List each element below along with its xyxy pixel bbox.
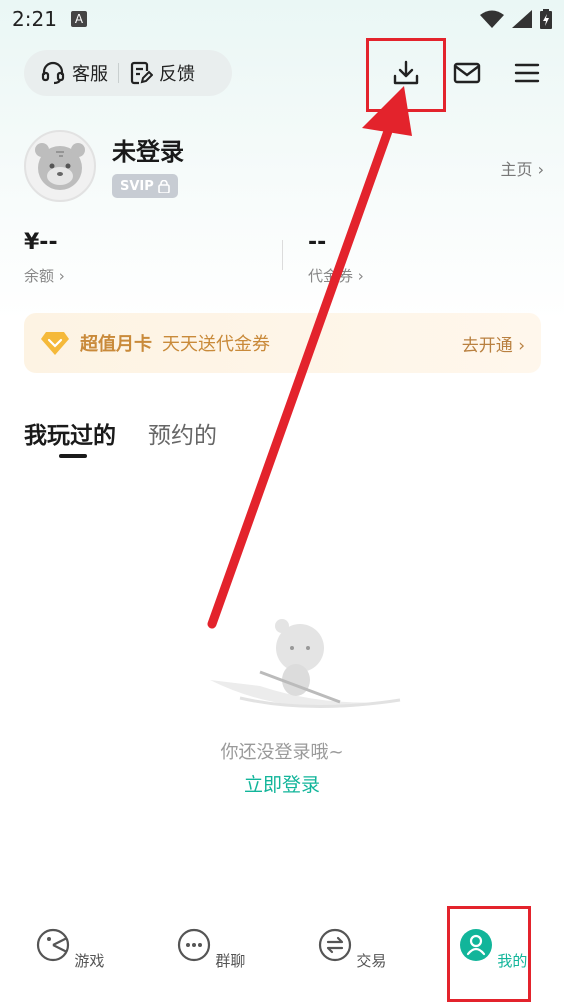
home-page-label: 主页 [500,160,533,179]
voucher-stat[interactable]: -- 代金券 › [308,230,364,286]
nav-group-chat-label: 群聊 [215,952,246,970]
balance-stat[interactable]: ¥-- 余额 › [24,230,65,286]
lock-icon [157,179,170,193]
nav-trade-label: 交易 [356,952,387,970]
chevron-right-icon: › [353,267,364,285]
nav-games-label: 游戏 [74,952,105,970]
menu-icon[interactable] [512,58,542,88]
nav-games[interactable]: 游戏 [30,928,110,971]
pacman-icon [36,928,69,962]
activate-link[interactable]: 去开通 › [462,331,525,356]
notification-a-icon: A [70,11,87,27]
battery-icon [540,9,552,29]
signal-icon [512,10,532,28]
voucher-value: -- [308,230,327,255]
svip-badge-label: SVIP [120,178,154,194]
active-tab-indicator [59,454,87,458]
chat-dots-icon [177,928,210,962]
pill-divider [118,63,119,83]
game-tabs: 我玩过的 预约的 [24,416,217,462]
username: 未登录 [112,138,184,166]
diamond-icon [41,332,69,355]
chevron-right-icon: › [537,160,544,179]
status-icons [480,9,552,29]
me-tab-highlight-box [447,906,531,1002]
balance-value: ¥-- [24,230,58,255]
empty-state-message: 你还没登录哦~ [220,742,344,763]
tab-reserved[interactable]: 预约的 [148,416,217,462]
svip-badge[interactable]: SVIP [112,174,178,198]
feedback-button[interactable]: 反馈 [129,60,195,86]
nav-trade[interactable]: 交易 [312,928,392,971]
chevron-right-icon: › [512,335,525,356]
tiger-boat-illustration [210,619,401,709]
voucher-label: 代金券 › [308,267,364,285]
login-now-link[interactable]: 立即登录 [0,770,564,797]
headset-icon [41,61,65,85]
home-page-link[interactable]: 主页 › [500,156,544,180]
monthly-card-subtitle: 天天送代金券 [162,334,270,355]
swap-icon [318,928,351,962]
avatar[interactable] [24,130,96,202]
feedback-edit-icon [130,61,153,85]
customer-service-label: 客服 [72,64,108,85]
wallet-stats: ¥-- 余额 › -- 代金券 › [24,230,544,290]
service-feedback-pill: 客服 反馈 [24,50,232,96]
chevron-right-icon: › [54,267,65,285]
balance-label: 余额 › [24,267,65,285]
tiger-avatar-icon [35,143,85,190]
monthly-card-banner[interactable]: 超值月卡 天天送代金券 去开通 › [24,313,541,373]
profile-section: 未登录 SVIP 主页 › [24,130,544,210]
stats-divider [282,240,283,270]
customer-service-button[interactable]: 客服 [40,60,108,86]
feedback-label: 反馈 [159,64,195,85]
status-bar: 2:21 A [0,0,564,38]
top-toolbar: 客服 反馈 [24,38,546,112]
download-highlight-box [366,38,446,112]
monthly-card-title: 超值月卡 [80,334,152,355]
mail-icon[interactable] [452,58,482,88]
nav-group-chat[interactable]: 群聊 [171,928,251,971]
status-time: 2:21 [12,7,57,31]
wifi-icon [480,10,504,28]
